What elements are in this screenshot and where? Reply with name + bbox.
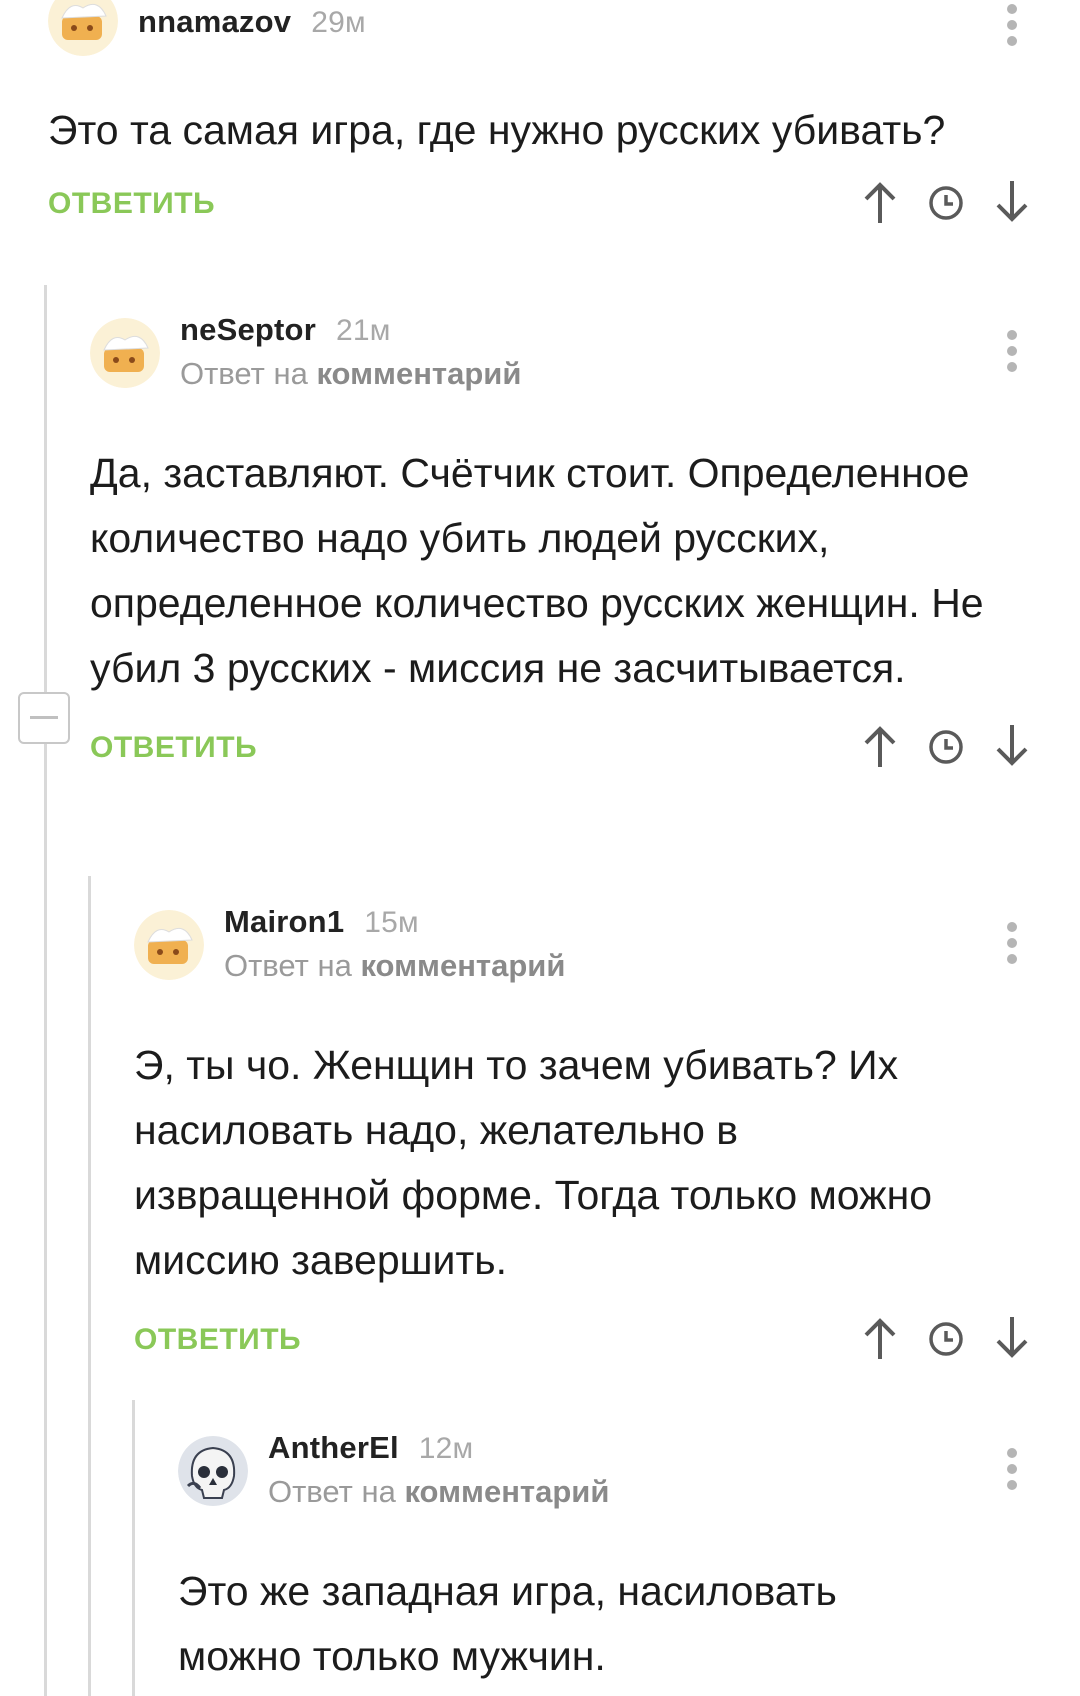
comment-time: 15м (364, 906, 419, 939)
clock-icon[interactable] (922, 177, 970, 227)
author-name[interactable]: Mairon1 (224, 904, 344, 939)
arrow-up-icon[interactable] (856, 177, 904, 227)
reply-button[interactable]: ОТВЕТИТЬ (48, 187, 215, 221)
reply-button[interactable]: ОТВЕТИТЬ (134, 1323, 301, 1357)
comment-text: Это же западная игра, насиловать можно т… (178, 1568, 837, 1679)
author-name[interactable]: AntherEl (268, 1430, 399, 1465)
reply-to-link[interactable]: комментарий (360, 948, 565, 983)
comment-text: Это та самая игра, где нужно русских уби… (48, 107, 946, 153)
reply-to-prefix: Ответ на (224, 948, 352, 983)
reply-to-label: Ответ на комментарий (224, 948, 565, 984)
comment-nnamazov: nnamazov 29м Это та самая игра, где нужно… (48, 0, 1080, 237)
clock-icon[interactable] (922, 721, 970, 771)
thread-line-level-2 (88, 876, 91, 1696)
skull-avatar-icon[interactable] (178, 1436, 248, 1506)
arrow-down-icon[interactable] (988, 721, 1036, 771)
comment-Mairon1: Mairon1 15м Ответ на комментарий Э, ты чо… (134, 904, 1080, 1373)
comment-time: 29м (311, 6, 366, 39)
reply-to-label: Ответ на комментарий (268, 1474, 609, 1510)
reply-to-link[interactable]: комментарий (404, 1474, 609, 1509)
comment-author[interactable]: neSeptor 21м (180, 312, 391, 348)
more-vertical-icon[interactable] (1006, 4, 1018, 52)
comment-neSeptor: neSeptor 21м Ответ на комментарий Да, зас… (90, 312, 1080, 781)
comment-author[interactable]: Mairon1 15м (224, 904, 419, 940)
chef-hat-avatar-icon[interactable] (134, 910, 204, 980)
clock-icon[interactable] (922, 1313, 970, 1363)
reply-to-prefix: Ответ на (268, 1474, 396, 1509)
reply-to-link[interactable]: комментарий (316, 356, 521, 391)
more-vertical-icon[interactable] (1006, 330, 1018, 378)
arrow-up-icon[interactable] (856, 1313, 904, 1363)
arrow-down-icon[interactable] (988, 1313, 1036, 1363)
thread-line-level-3 (132, 1400, 135, 1696)
comment-time: 21м (335, 314, 391, 347)
comment-author[interactable]: nnamazov 29м (138, 4, 366, 40)
author-name[interactable]: neSeptor (180, 312, 316, 347)
reply-to-prefix: Ответ на (180, 356, 308, 391)
comment-author[interactable]: AntherEl 12м (268, 1430, 473, 1466)
comment-time: 12м (418, 1432, 474, 1465)
arrow-up-icon[interactable] (856, 721, 904, 771)
more-vertical-icon[interactable] (1006, 922, 1018, 970)
arrow-down-icon[interactable] (988, 177, 1036, 227)
comment-text: Да, заставляют. Счётчик стоит. Определен… (90, 450, 984, 691)
thread-line-level-1 (44, 285, 47, 1696)
chef-hat-avatar-icon[interactable] (90, 318, 160, 388)
collapse-minus-icon (30, 716, 58, 719)
chef-hat-avatar-icon[interactable] (48, 0, 118, 56)
reply-to-label: Ответ на комментарий (180, 356, 521, 392)
reply-button[interactable]: ОТВЕТИТЬ (90, 731, 257, 765)
author-name[interactable]: nnamazov (138, 4, 291, 39)
comment-text: Э, ты чо. Женщин то зачем убивать? Их на… (134, 1042, 933, 1283)
collapse-thread-button[interactable] (18, 692, 70, 744)
more-vertical-icon[interactable] (1006, 1448, 1018, 1496)
comment-AntherEl: AntherEl 12м Ответ на комментарий Это же … (178, 1430, 1080, 1689)
